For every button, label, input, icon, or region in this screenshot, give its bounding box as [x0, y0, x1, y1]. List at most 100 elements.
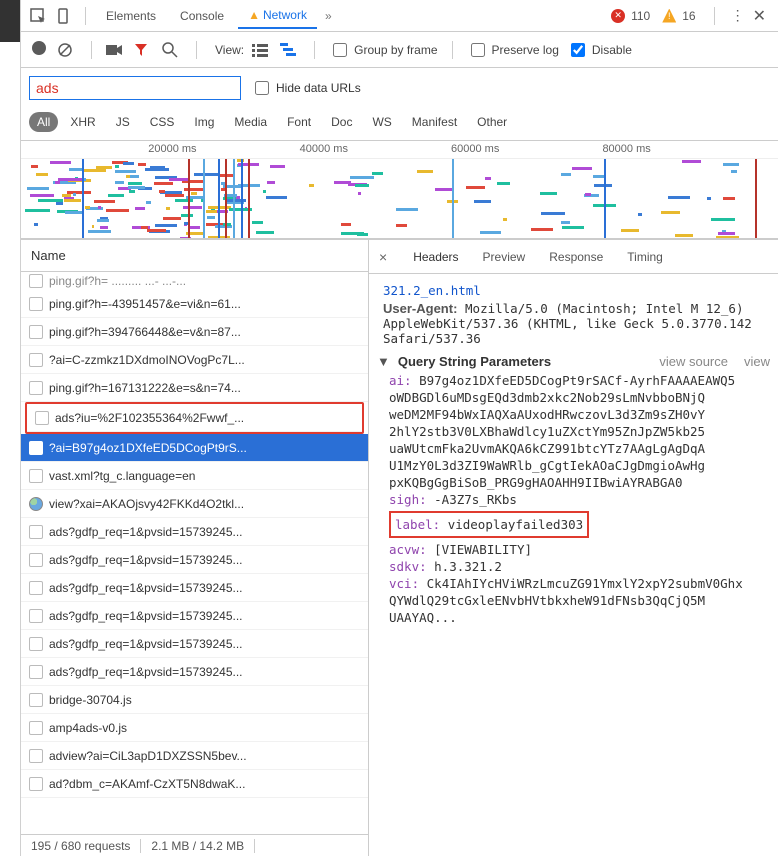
overview-waterfall[interactable]: 20000 ms40000 ms60000 ms80000 ms	[21, 141, 778, 239]
param-sdkv: sdkv: h.3.321.2	[389, 559, 776, 574]
request-row[interactable]: ads?gdfp_req=1&pvsid=15739245...	[21, 602, 368, 630]
param-ai-cont: weDM2MF94bWxIAQXaAUxodHRwczovL3d3Zm9sZH0…	[389, 407, 776, 422]
request-row[interactable]: ads?gdfp_req=1&pvsid=15739245...	[21, 630, 368, 658]
detail-tab-response[interactable]: Response	[537, 244, 615, 270]
type-filter-js[interactable]: JS	[108, 112, 138, 132]
param-ai-cont: uaWUtcmFka2UvmAKQA6kCZ991btcYTz7AAgLgAgD…	[389, 441, 776, 456]
file-icon	[29, 525, 43, 539]
clear-icon[interactable]	[57, 42, 77, 58]
file-icon	[29, 665, 43, 679]
more-tabs[interactable]: »	[321, 9, 336, 23]
detail-tab-timing[interactable]: Timing	[615, 244, 675, 270]
query-params-block: ai: B97g4oz1DXfeED5DCogPt9rSACf-AyrhFAAA…	[389, 373, 776, 625]
warning-count[interactable]: 16	[682, 9, 695, 23]
disclosure-triangle-icon[interactable]: ▼	[377, 354, 390, 369]
waterfall-view-icon[interactable]	[280, 43, 300, 57]
file-icon	[29, 637, 43, 651]
request-row[interactable]: ads?gdfp_req=1&pvsid=15739245...	[21, 518, 368, 546]
preserve-log-checkbox[interactable]: Preserve log	[467, 40, 559, 60]
devtools-tabs: Elements Console ▲Network » ✕ 110 ! 16 ⋮…	[21, 0, 778, 32]
type-filter-xhr[interactable]: XHR	[62, 112, 103, 132]
globe-icon	[29, 497, 43, 511]
device-icon[interactable]	[53, 5, 75, 27]
type-filter-ws[interactable]: WS	[364, 112, 399, 132]
list-view-icon[interactable]	[252, 43, 272, 57]
close-details-icon[interactable]: ×	[369, 249, 397, 265]
request-row[interactable]: ping.gif?h=-43951457&e=vi&n=61...	[21, 290, 368, 318]
request-row[interactable]: adview?ai=CiL3apD1DXZSSN5bev...	[21, 742, 368, 770]
param-ai-cont: pxKQBgGgBiSoB_PRG9gHAOAHH9IIBwiAYRABGA0	[389, 475, 776, 490]
disable-cache-checkbox[interactable]: Disable	[567, 40, 632, 60]
type-filter-other[interactable]: Other	[469, 112, 515, 132]
tab-elements[interactable]: Elements	[96, 3, 166, 29]
search-icon[interactable]	[162, 42, 182, 58]
network-toolbar: View: Group by frame Preserve log Disabl…	[21, 32, 778, 68]
highlighted-param: label: videoplayfailed303	[389, 511, 589, 538]
separator	[314, 41, 315, 59]
error-count[interactable]: 110	[631, 9, 650, 23]
group-by-frame-checkbox[interactable]: Group by frame	[329, 40, 437, 60]
tick-label: 80000 ms	[602, 143, 650, 155]
request-row[interactable]: ping.gif?h=394766448&e=v&n=87...	[21, 318, 368, 346]
file-icon	[29, 609, 43, 623]
user-agent-label: User-Agent:	[383, 301, 457, 316]
request-row[interactable]: ?ai=B97g4oz1DXfeED5DCogPt9rS...	[21, 434, 368, 462]
filter-icon[interactable]	[134, 43, 154, 57]
type-filter-font[interactable]: Font	[279, 112, 319, 132]
tick-label: 40000 ms	[300, 143, 348, 155]
type-filter-manifest[interactable]: Manifest	[404, 112, 465, 132]
param-sigh: sigh: -A3Z7s_RKbs	[389, 492, 776, 507]
column-name-header[interactable]: Name	[21, 240, 368, 272]
type-filter-media[interactable]: Media	[226, 112, 275, 132]
request-row[interactable]: ads?gdfp_req=1&pvsid=15739245...	[21, 658, 368, 686]
request-row[interactable]: bridge-30704.js	[21, 686, 368, 714]
hide-data-urls-checkbox[interactable]: Hide data URLs	[251, 78, 361, 98]
request-name: ads?gdfp_req=1&pvsid=15739245...	[49, 553, 243, 567]
error-icon: ✕	[611, 9, 625, 23]
record-icon[interactable]	[29, 41, 49, 58]
request-name: view?xai=AKAOjsvy42FKKd4O2tkl...	[49, 497, 244, 511]
request-row[interactable]: view?xai=AKAOjsvy42FKKd4O2tkl...	[21, 490, 368, 518]
request-row[interactable]: ?ai=C-zzmkz1DXdmoINOVogPc7L...	[21, 346, 368, 374]
type-filter-all[interactable]: All	[29, 112, 58, 132]
camera-icon[interactable]	[106, 43, 126, 57]
request-row[interactable]: ad?dbm_c=AKAmf-CzXT5N8dwaK...	[21, 770, 368, 798]
param-label: label: videoplayfailed303	[395, 517, 583, 532]
separator	[452, 41, 453, 59]
detail-tab-preview[interactable]: Preview	[471, 244, 538, 270]
type-filter-doc[interactable]: Doc	[323, 112, 360, 132]
request-row[interactable]: amp4ads-v0.js	[21, 714, 368, 742]
kebab-menu-icon[interactable]: ⋮	[725, 7, 743, 24]
param-vci-cont: QYWdlQ29tcGxleENvbHVtbkxheW91dFNsb3QqCjQ…	[389, 593, 776, 608]
filter-input[interactable]	[29, 76, 241, 100]
detail-tab-headers[interactable]: Headers	[401, 244, 470, 270]
file-icon	[29, 693, 43, 707]
file-icon	[29, 297, 43, 311]
tab-network[interactable]: ▲Network	[238, 2, 317, 29]
request-row[interactable]: ads?gdfp_req=1&pvsid=15739245...	[21, 546, 368, 574]
request-name: vast.xml?tg_c.language=en	[49, 469, 195, 483]
request-row[interactable]: ads?gdfp_req=1&pvsid=15739245...	[21, 574, 368, 602]
request-name: bridge-30704.js	[49, 693, 132, 707]
inspect-icon[interactable]	[27, 5, 49, 27]
type-filter-img[interactable]: Img	[186, 112, 222, 132]
warning-icon: !	[662, 9, 676, 23]
filter-row: Hide data URLs	[21, 68, 778, 108]
type-filter-css[interactable]: CSS	[142, 112, 183, 132]
request-row[interactable]: ping.gif?h= ......... ...- ...-...	[21, 272, 368, 290]
type-filter-row: AllXHRJSCSSImgMediaFontDocWSManifestOthe…	[21, 108, 778, 141]
file-icon	[29, 441, 43, 455]
request-row[interactable]: ads?iu=%2F102355364%2Fwwf_...	[27, 404, 362, 432]
view-label: View:	[215, 43, 244, 57]
request-row[interactable]: vast.xml?tg_c.language=en	[21, 462, 368, 490]
detail-tabs: × HeadersPreviewResponseTiming	[369, 240, 778, 274]
close-icon[interactable]: ✕	[747, 6, 772, 26]
link-view-source[interactable]: view source	[659, 354, 728, 369]
file-icon	[29, 581, 43, 595]
tab-console[interactable]: Console	[170, 3, 234, 29]
request-name: ads?gdfp_req=1&pvsid=15739245...	[49, 525, 243, 539]
request-row[interactable]: ping.gif?h=167131222&e=s&n=74...	[21, 374, 368, 402]
file-icon	[29, 749, 43, 763]
request-name: ?ai=B97g4oz1DXfeED5DCogPt9rS...	[49, 441, 247, 455]
link-view-encoded[interactable]: view	[744, 354, 770, 369]
